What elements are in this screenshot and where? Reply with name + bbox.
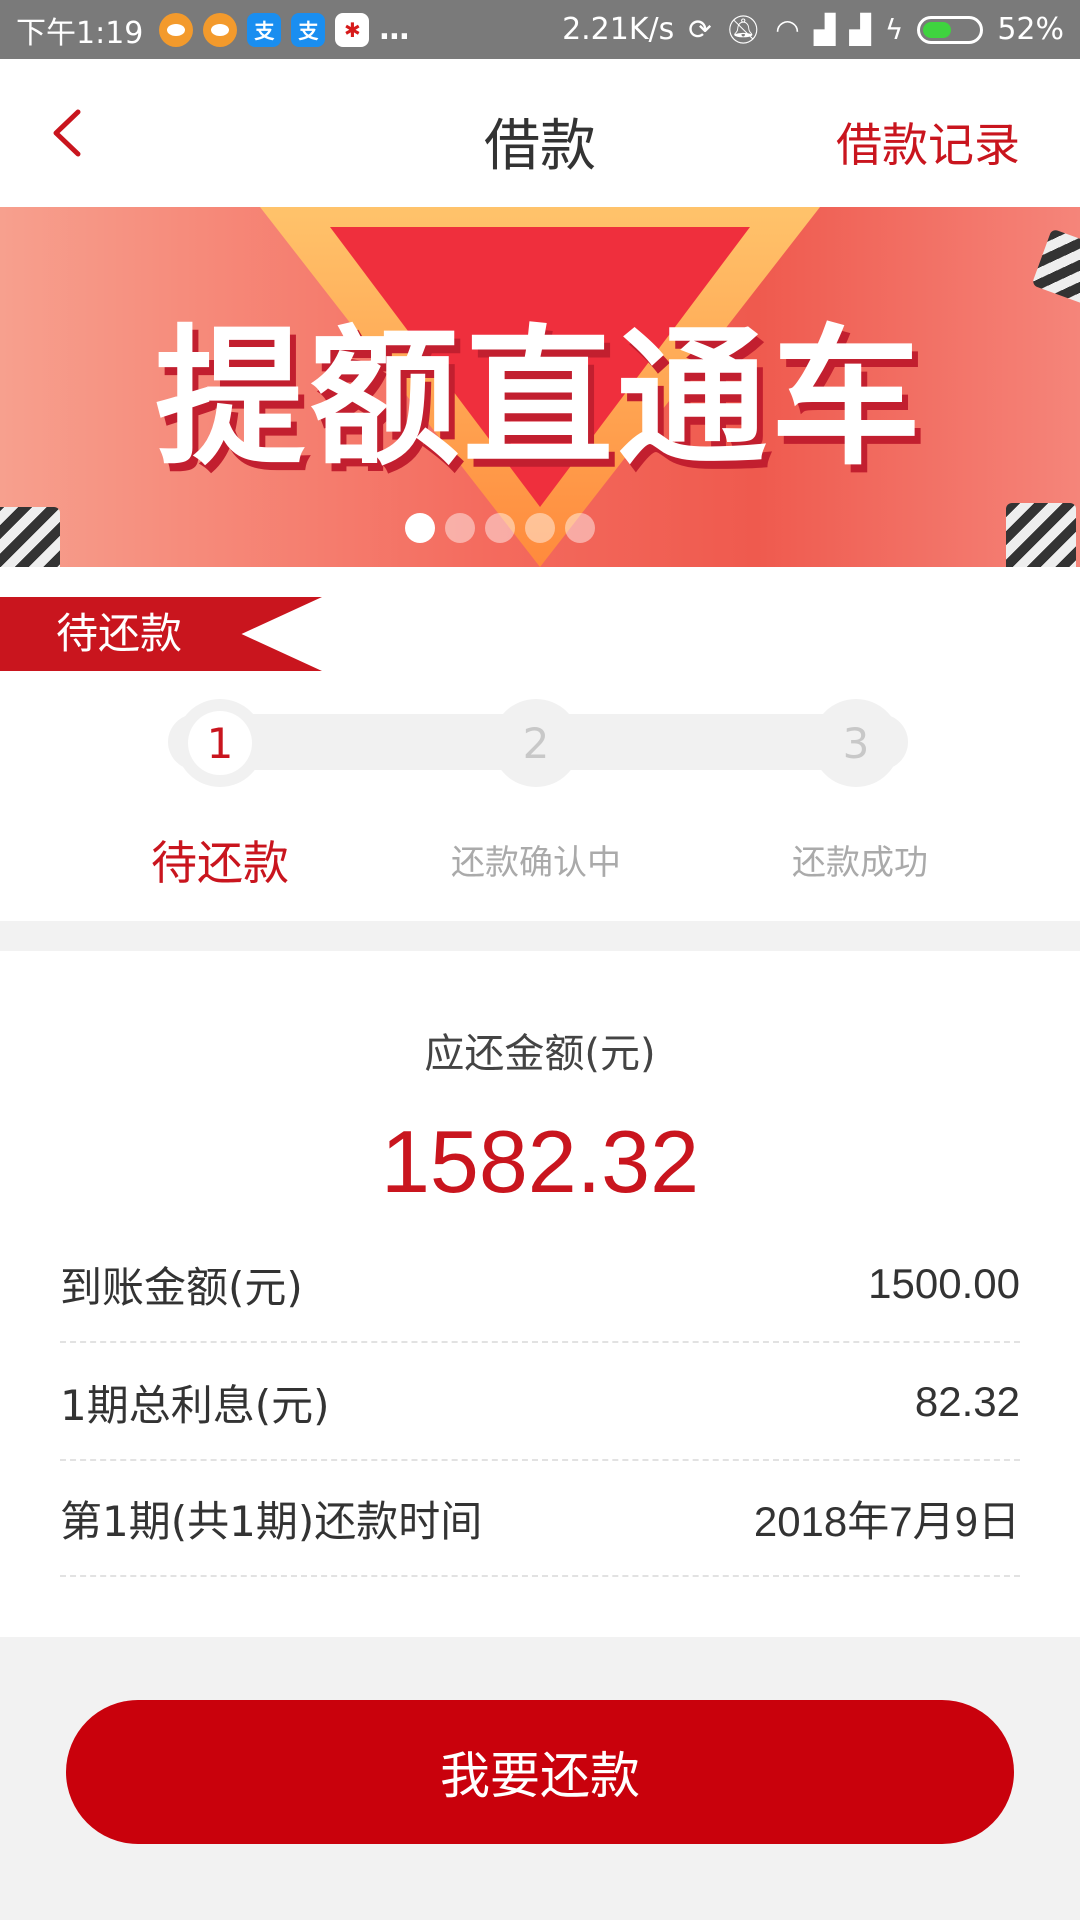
- step-1-number: 1: [188, 711, 252, 775]
- step-3-label: 还款成功: [792, 843, 928, 883]
- step-1-label: 待还款: [151, 836, 289, 890]
- status-left: 下午1:19 支 支 ✱ …: [16, 8, 411, 52]
- step-3-number: 3: [842, 718, 870, 768]
- banner-dot[interactable]: [525, 513, 555, 543]
- section-tag: 待还款: [0, 597, 322, 671]
- signal-icon: ▟: [813, 13, 836, 46]
- alipay-icon: 支: [247, 12, 282, 47]
- battery-fill: [923, 21, 952, 38]
- sync-icon: ⟳: [688, 13, 712, 46]
- detail-label: 到账金额(元): [60, 1262, 303, 1312]
- detail-row-due-date: 第1期(共1期)还款时间 2018年7月9日: [60, 1461, 1020, 1577]
- step-1-circle: 1: [176, 699, 264, 787]
- detail-label: 1期总利息(元): [60, 1380, 330, 1430]
- banner-title: 提额直通车: [154, 312, 925, 486]
- amount-card: 应还金额(元) 1582.32 到账金额(元) 1500.00 1期总利息(元)…: [0, 951, 1080, 1637]
- alipay-icon: 支: [291, 12, 326, 47]
- app-icon: ✱: [335, 12, 370, 47]
- loan-record-link[interactable]: 借款记录: [836, 109, 1020, 175]
- repay-button[interactable]: 我要还款: [66, 1700, 1014, 1844]
- step-2-label: 还款确认中: [451, 843, 621, 883]
- header: 借款 借款记录: [0, 59, 1080, 207]
- detail-value: 1500.00: [868, 1260, 1020, 1307]
- banner-dot[interactable]: [565, 513, 595, 543]
- more-dots-icon: …: [379, 12, 412, 47]
- mute-icon: 🔕︎: [725, 13, 762, 46]
- wifi-icon: ◠: [775, 13, 800, 46]
- repayment-progress: 待还款 1 2 3 待还款 还款确认中 还款成功: [0, 567, 1080, 921]
- promo-banner[interactable]: 提额直通车: [0, 207, 1080, 567]
- status-bar: 下午1:19 支 支 ✱ … 2.21K/s ⟳ 🔕︎ ◠ ▟ ▟ ϟ 52%: [0, 0, 1080, 59]
- banner-dot[interactable]: [445, 513, 475, 543]
- step-2-circle: 2: [492, 699, 580, 787]
- status-time: 下午1:19: [16, 15, 144, 51]
- status-right: 2.21K/s ⟳ 🔕︎ ◠ ▟ ▟ ϟ 52%: [562, 12, 1064, 47]
- message-icon: [203, 12, 238, 47]
- detail-label: 第1期(共1期)还款时间: [60, 1496, 483, 1546]
- banner-dot[interactable]: [405, 513, 435, 543]
- chevron-left-icon: [53, 109, 81, 157]
- banner-pagination: [0, 513, 1080, 543]
- network-speed: 2.21K/s: [562, 12, 675, 47]
- detail-row-received: 到账金额(元) 1500.00: [60, 1227, 1020, 1343]
- banner-dot[interactable]: [485, 513, 515, 543]
- step-3-circle: 3: [812, 699, 900, 787]
- due-amount-value: 1582.32: [380, 1112, 700, 1211]
- battery-icon: [917, 15, 984, 44]
- step-2-number: 2: [522, 718, 550, 768]
- detail-row-interest: 1期总利息(元) 82.32: [60, 1345, 1020, 1461]
- back-button[interactable]: [38, 105, 94, 161]
- battery-percent: 52%: [997, 12, 1064, 47]
- due-amount-label: 应还金额(元): [424, 1031, 656, 1077]
- charging-icon: ϟ: [884, 13, 904, 46]
- message-icon: [159, 12, 194, 47]
- signal-icon: ▟: [849, 13, 871, 46]
- detail-value: 82.32: [914, 1378, 1020, 1425]
- detail-value: 2018年7月9日: [753, 1497, 1020, 1545]
